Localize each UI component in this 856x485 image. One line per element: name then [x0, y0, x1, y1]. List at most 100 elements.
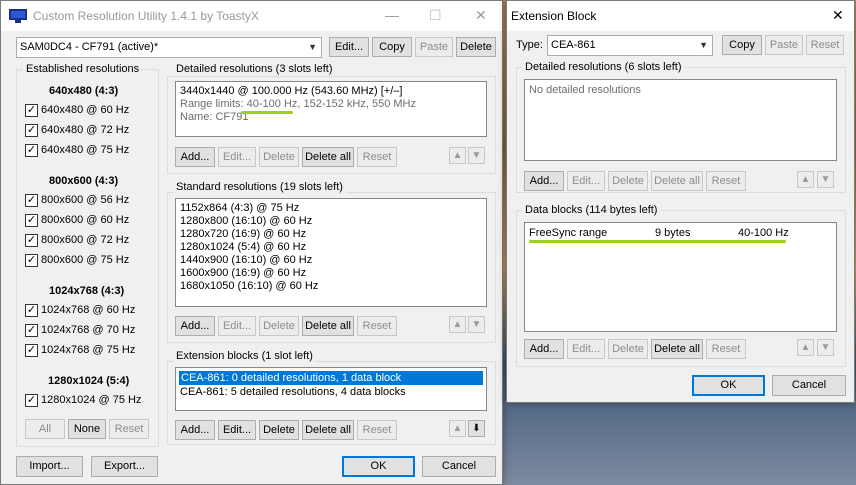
ok-button[interactable]: OK: [342, 456, 415, 477]
checkbox-icon[interactable]: ✓: [25, 104, 38, 117]
ext-detailed-delete-all-button[interactable]: Delete all: [651, 171, 703, 191]
ext-detailed-list[interactable]: No detailed resolutions: [524, 79, 837, 161]
data-blocks-add-button[interactable]: Add...: [524, 339, 564, 359]
standard-reset-button[interactable]: Reset: [357, 316, 397, 336]
main-window: Custom Resolution Utility 1.4.1 by Toast…: [0, 0, 503, 485]
copy-button[interactable]: Copy: [372, 37, 412, 57]
extension-block-window: Extension Block ✕ Type: CEA-861 ▼ Copy P…: [506, 0, 855, 403]
extension-delete-button[interactable]: Delete: [259, 420, 299, 440]
ext-detailed-delete-button[interactable]: Delete: [608, 171, 648, 191]
standard-delete-all-button[interactable]: Delete all: [302, 316, 354, 336]
detailed-reset-button[interactable]: Reset: [357, 147, 397, 167]
minimize-icon[interactable]: —: [385, 7, 399, 23]
ext-detailed-empty: No detailed resolutions: [529, 84, 641, 96]
ext-ok-button[interactable]: OK: [692, 375, 765, 396]
detailed-label: Detailed resolutions (3 slots left): [173, 63, 336, 75]
extension-add-button[interactable]: Add...: [175, 420, 215, 440]
list-item[interactable]: 1600x900 (16:9) @ 60 Hz: [180, 267, 306, 280]
data-blocks-move-up-icon[interactable]: ▲: [797, 339, 814, 356]
checkbox-icon[interactable]: ✓: [25, 214, 38, 227]
data-blocks-move-down-icon[interactable]: ▼: [817, 339, 834, 356]
extension-delete-all-button[interactable]: Delete all: [302, 420, 354, 440]
list-item[interactable]: 1680x1050 (16:10) @ 60 Hz: [180, 280, 318, 293]
ext-detailed-move-up-icon[interactable]: ▲: [797, 171, 814, 188]
checkbox-icon[interactable]: ✓: [25, 324, 38, 337]
established-label: Established resolutions: [23, 63, 143, 75]
detailed-list[interactable]: 3440x1440 @ 100.000 Hz (543.60 MHz) [+/–…: [175, 81, 487, 137]
standard-label: Standard resolutions (19 slots left): [173, 181, 346, 193]
list-item[interactable]: 1280x800 (16:10) @ 60 Hz: [180, 215, 312, 228]
group-header-800: 800x600 (4:3): [49, 175, 119, 187]
standard-move-up-icon[interactable]: ▲: [449, 316, 466, 333]
extension-label: Extension blocks (1 slot left): [173, 350, 316, 362]
detailed-move-up-icon[interactable]: ▲: [449, 147, 466, 164]
freesync-highlight-mark: [529, 240, 786, 243]
extension-item[interactable]: CEA-861: 5 detailed resolutions, 4 data …: [180, 386, 406, 399]
import-button[interactable]: Import...: [16, 456, 83, 477]
standard-delete-button[interactable]: Delete: [259, 316, 299, 336]
data-blocks-delete-all-button[interactable]: Delete all: [651, 339, 703, 359]
paste-button[interactable]: Paste: [415, 37, 453, 57]
ext-copy-button[interactable]: Copy: [722, 35, 762, 55]
type-select[interactable]: CEA-861 ▼: [547, 35, 713, 56]
export-button[interactable]: Export...: [91, 456, 158, 477]
edit-monitor-button[interactable]: Edit...: [329, 37, 369, 57]
ext-titlebar: Extension Block ✕: [507, 1, 854, 31]
close-icon[interactable]: ✕: [832, 7, 844, 24]
ext-detailed-add-button[interactable]: Add...: [524, 171, 564, 191]
detailed-move-down-icon[interactable]: ▼: [468, 147, 485, 164]
checkbox-icon[interactable]: ✓: [25, 234, 38, 247]
detailed-delete-all-button[interactable]: Delete all: [302, 147, 354, 167]
data-blocks-list[interactable]: FreeSync range 9 bytes 40-100 Hz: [524, 222, 837, 332]
ext-cancel-button[interactable]: Cancel: [772, 375, 846, 396]
checkbox-icon[interactable]: ✓: [25, 344, 38, 357]
ext-detailed-move-down-icon[interactable]: ▼: [817, 171, 834, 188]
range-highlight-mark: [241, 111, 293, 114]
ext-reset-button[interactable]: Reset: [806, 35, 844, 55]
standard-move-down-icon[interactable]: ▼: [468, 316, 485, 333]
ext-detailed-reset-button[interactable]: Reset: [706, 171, 746, 191]
extension-list[interactable]: CEA-861: 0 detailed resolutions, 1 data …: [175, 367, 487, 411]
delete-monitor-button[interactable]: Delete: [456, 37, 496, 57]
extension-edit-button[interactable]: Edit...: [218, 420, 256, 440]
list-item[interactable]: 1280x720 (16:9) @ 60 Hz: [180, 228, 306, 241]
monitor-select-value: SAM0DC4 - CF791 (active)*: [20, 41, 159, 53]
data-blocks-edit-button[interactable]: Edit...: [567, 339, 605, 359]
ext-window-title: Extension Block: [511, 9, 597, 23]
checkbox-icon[interactable]: ✓: [25, 144, 38, 157]
maximize-icon[interactable]: ☐: [429, 7, 442, 24]
chevron-down-icon: ▼: [308, 42, 317, 52]
checkbox-icon[interactable]: ✓: [25, 194, 38, 207]
data-blocks-reset-button[interactable]: Reset: [706, 339, 746, 359]
app-icon: [9, 9, 27, 23]
none-button[interactable]: None: [68, 419, 106, 439]
close-icon[interactable]: ✕: [475, 7, 487, 24]
standard-add-button[interactable]: Add...: [175, 316, 215, 336]
list-item[interactable]: 1152x864 (4:3) @ 75 Hz: [180, 202, 299, 215]
data-blocks-delete-button[interactable]: Delete: [608, 339, 648, 359]
extension-item-selected[interactable]: CEA-861: 0 detailed resolutions, 1 data …: [179, 371, 483, 385]
type-label: Type:: [516, 39, 543, 51]
checkbox-icon[interactable]: ✓: [25, 304, 38, 317]
ext-paste-button[interactable]: Paste: [765, 35, 803, 55]
standard-edit-button[interactable]: Edit...: [218, 316, 256, 336]
ext-detailed-edit-button[interactable]: Edit...: [567, 171, 605, 191]
cancel-button[interactable]: Cancel: [422, 456, 496, 477]
established-reset-button[interactable]: Reset: [109, 419, 149, 439]
detailed-delete-button[interactable]: Delete: [259, 147, 299, 167]
all-button[interactable]: All: [25, 419, 65, 439]
data-block-name[interactable]: FreeSync range: [529, 227, 607, 240]
standard-list[interactable]: 1152x864 (4:3) @ 75 Hz 1280x800 (16:10) …: [175, 198, 487, 307]
checkbox-icon[interactable]: ✓: [25, 394, 38, 407]
detailed-edit-button[interactable]: Edit...: [218, 147, 256, 167]
monitor-select[interactable]: SAM0DC4 - CF791 (active)* ▼: [16, 37, 322, 58]
checkbox-icon[interactable]: ✓: [25, 254, 38, 267]
extension-reset-button[interactable]: Reset: [357, 420, 397, 440]
list-item[interactable]: 1440x900 (16:10) @ 60 Hz: [180, 254, 312, 267]
detailed-line-timing[interactable]: 3440x1440 @ 100.000 Hz (543.60 MHz) [+/–…: [180, 85, 402, 98]
checkbox-icon[interactable]: ✓: [25, 124, 38, 137]
extension-move-down-icon[interactable]: ⬇: [468, 420, 485, 437]
list-item[interactable]: 1280x1024 (5:4) @ 60 Hz: [180, 241, 306, 254]
extension-move-up-icon[interactable]: ▲: [449, 420, 466, 437]
detailed-add-button[interactable]: Add...: [175, 147, 215, 167]
